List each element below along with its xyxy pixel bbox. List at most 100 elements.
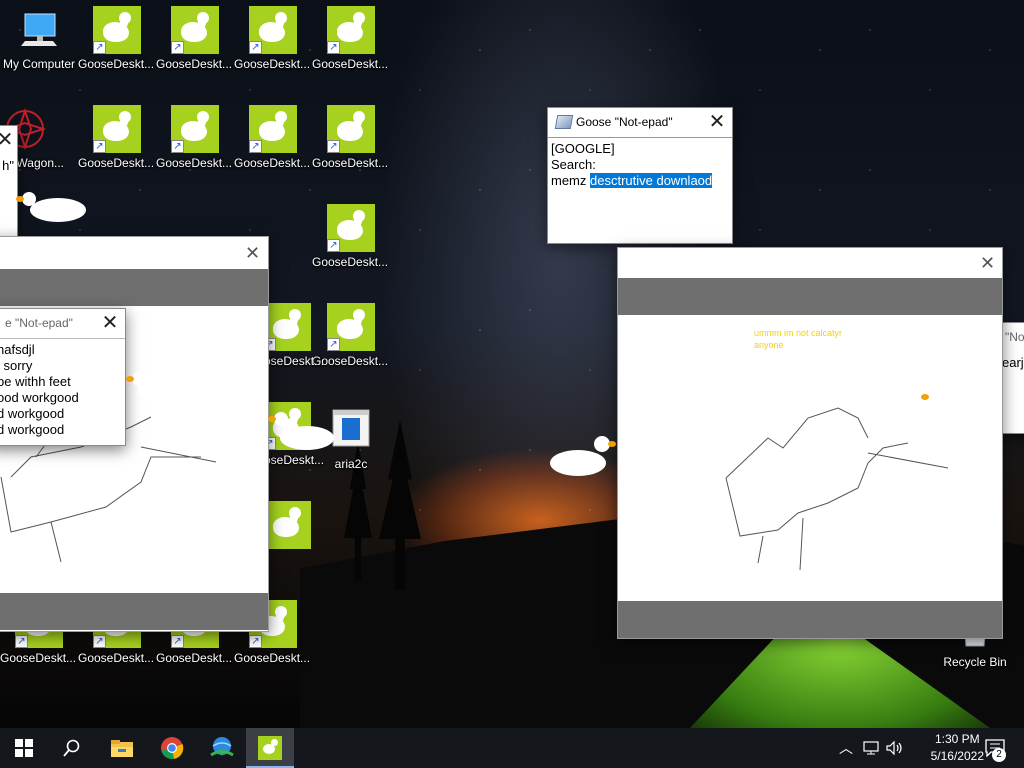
- shortcut-arrow-icon: ↗: [327, 239, 340, 252]
- taskbar-chrome[interactable]: [148, 728, 196, 768]
- goose-desktop-icon: ↗: [327, 303, 375, 351]
- taskbar-file-explorer[interactable]: [98, 728, 146, 768]
- notepad-line: Search:: [551, 157, 596, 172]
- goose-sprite[interactable]: [126, 372, 194, 412]
- notepad-text[interactable]: [GOOGLE] Search: memz desctrutive downla…: [548, 137, 732, 239]
- start-button[interactable]: [0, 728, 48, 768]
- icon-label: GooseDeskt... - Shortcut -...: [0, 651, 78, 665]
- chrome-icon: [161, 737, 184, 760]
- icon-label: GooseDeskt... - Shortcut -...: [78, 651, 156, 665]
- notepad-line: memz desctrutive downlaod: [551, 173, 729, 189]
- shortcut-arrow-icon: ↗: [249, 635, 262, 648]
- window-titlebar[interactable]: ✕: [0, 126, 17, 155]
- goose-desktop-icon: ↗: [263, 303, 311, 351]
- shortcut-arrow-icon: ↗: [171, 635, 184, 648]
- close-icon[interactable]: ✕: [702, 108, 732, 137]
- notepad-line: d workgood: [0, 406, 65, 421]
- icon-label: My Computer: [2, 57, 76, 71]
- notification-badge: 2: [992, 748, 1006, 762]
- icon-label: GooseDeskt... - Shortcut -...: [78, 57, 156, 71]
- desktop-background: My Computer ↗ GooseDeskt... - Shortcut -…: [0, 0, 1024, 728]
- notifications-button[interactable]: 2: [980, 728, 1010, 768]
- folder-icon: [111, 740, 133, 757]
- goose-desktop-icon: ↗: [171, 105, 219, 153]
- desktop-icon-goose-shortcut[interactable]: ↗ GooseDeskt... - Shortcut -...: [78, 6, 156, 72]
- goose-desktop-icon: ↗: [327, 204, 375, 252]
- shortcut-arrow-icon: ↗: [171, 41, 184, 54]
- desktop-icon-goose-shortcut[interactable]: ↗ GooseDeskt... - Shortcut -...: [312, 105, 390, 171]
- notepad-icon: [554, 115, 574, 129]
- desktop-icon-goose-shortcut[interactable]: ↗ GooseDeskt... - Shortcut -...: [234, 6, 312, 72]
- desktop-icon-my-computer[interactable]: My Computer: [0, 6, 78, 72]
- system-clock[interactable]: 1:30 PM 5/16/2022: [931, 731, 984, 765]
- computer-icon: [15, 6, 63, 54]
- notepad-line: d workgood: [0, 422, 65, 437]
- icon-label: GooseDeskt... - Shortcut -...: [312, 255, 390, 269]
- shortcut-arrow-icon: ↗: [15, 635, 28, 648]
- internet-download-manager-icon: [210, 737, 234, 757]
- icon-label: GooseDeskt... - Shortcut -...: [312, 57, 390, 71]
- notepad-text[interactable]: h": [0, 155, 17, 177]
- drawing-window-right[interactable]: ✕ ummm im not calcatyr anyone: [617, 247, 1003, 639]
- show-hidden-icons-button[interactable]: ︿: [836, 728, 856, 768]
- speaker-icon: [886, 741, 902, 755]
- taskbar-download-manager[interactable]: [198, 728, 246, 768]
- shortcut-arrow-icon: ↗: [93, 41, 106, 54]
- goose-sketch: [725, 407, 949, 571]
- close-icon[interactable]: ✕: [980, 253, 995, 274]
- window-titlebar[interactable]: Goose "Not-epad" ✕: [548, 108, 732, 137]
- clock-time: 1:30 PM: [934, 732, 980, 746]
- desktop-icon-goose-shortcut[interactable]: ↗ GooseDeskt... - Shortcut -...: [78, 105, 156, 171]
- goose-sprite[interactable]: [550, 436, 620, 480]
- icon-label: GooseDeskt... - Shortcut -...: [234, 651, 312, 665]
- volume-button[interactable]: [884, 728, 906, 768]
- desktop-icon-goose-shortcut[interactable]: ↗ GooseDeskt... - Shortcut -...: [312, 204, 390, 270]
- notepad-line: be withh feet: [0, 374, 71, 389]
- goose-desktop-icon: ↗: [327, 105, 375, 153]
- icon-label: GooseDeskt... - Shortcut -...: [234, 156, 312, 170]
- goose-desktop-icon: ↗: [249, 6, 297, 54]
- notepad-window-search[interactable]: Goose "Not-epad" ✕ [GOOGLE] Search: memz…: [547, 107, 733, 244]
- network-icon: [863, 741, 879, 755]
- desktop-icon-goose-shortcut[interactable]: ↗ GooseDeskt... - Shortcut -...: [312, 6, 390, 72]
- chevron-up-icon: ︿: [839, 740, 853, 756]
- shortcut-arrow-icon: ↗: [93, 140, 106, 153]
- icon-label: GooseDeskt... - Shortcut -...: [156, 651, 234, 665]
- goose-sprite[interactable]: [16, 190, 88, 230]
- goose-desktop-icon: [263, 501, 311, 549]
- taskbar-goose-desktop[interactable]: [246, 728, 294, 768]
- shortcut-arrow-icon: ↗: [249, 140, 262, 153]
- icon-label: GooseDeskt... - Shortcut -...: [78, 156, 156, 170]
- taskbar: ︿ 1:30 PM 5/16/2022 2: [0, 728, 1024, 768]
- search-icon: [63, 739, 80, 757]
- shortcut-arrow-icon: ↗: [93, 635, 106, 648]
- notepad-text[interactable]: hafsdjl i sorry be withh feet ood workgo…: [0, 338, 125, 441]
- close-icon[interactable]: ✕: [245, 243, 260, 264]
- window-title: e "Not-epad": [5, 316, 73, 330]
- notepad-line: earjg: [1002, 355, 1024, 370]
- notepad-window-partial-left[interactable]: ✕ h": [0, 125, 18, 237]
- notepad-line: i sorry: [0, 358, 33, 373]
- goose-desktop-icon: ↗: [249, 105, 297, 153]
- goose-desktop-icon: ↗: [93, 105, 141, 153]
- window-title: Goose "Not-epad": [576, 115, 673, 129]
- network-button[interactable]: [860, 728, 882, 768]
- clock-date: 5/16/2022: [930, 749, 984, 763]
- desktop-icon-goose-shortcut[interactable]: ↗ GooseDeskt... - Shortcut -...: [156, 6, 234, 72]
- goose-desktop-icon: [258, 736, 282, 760]
- goose-sprite[interactable]: [865, 390, 935, 430]
- close-icon[interactable]: ✕: [0, 126, 17, 155]
- shortcut-arrow-icon: ↗: [249, 41, 262, 54]
- goose-sprite[interactable]: [268, 412, 336, 452]
- desktop-icon-goose-shortcut[interactable]: ↗ GooseDeskt... - Shortcut -...: [234, 105, 312, 171]
- icon-label: Recycle Bin: [943, 655, 1007, 669]
- notepad-line: ood workgood: [0, 390, 79, 405]
- notepad-window-left[interactable]: e "Not-epad" ✕ hafsdjl i sorry be withh …: [0, 308, 126, 446]
- close-icon[interactable]: ✕: [95, 309, 125, 338]
- selected-text: desctrutive downlaod: [590, 173, 713, 188]
- shortcut-arrow-icon: ↗: [327, 338, 340, 351]
- search-button[interactable]: [48, 728, 96, 768]
- goose-desktop-icon: ↗: [327, 6, 375, 54]
- desktop-icon-goose-shortcut[interactable]: ↗ GooseDeskt... - Shortcut -...: [156, 105, 234, 171]
- window-titlebar[interactable]: e "Not-epad" ✕: [0, 309, 125, 338]
